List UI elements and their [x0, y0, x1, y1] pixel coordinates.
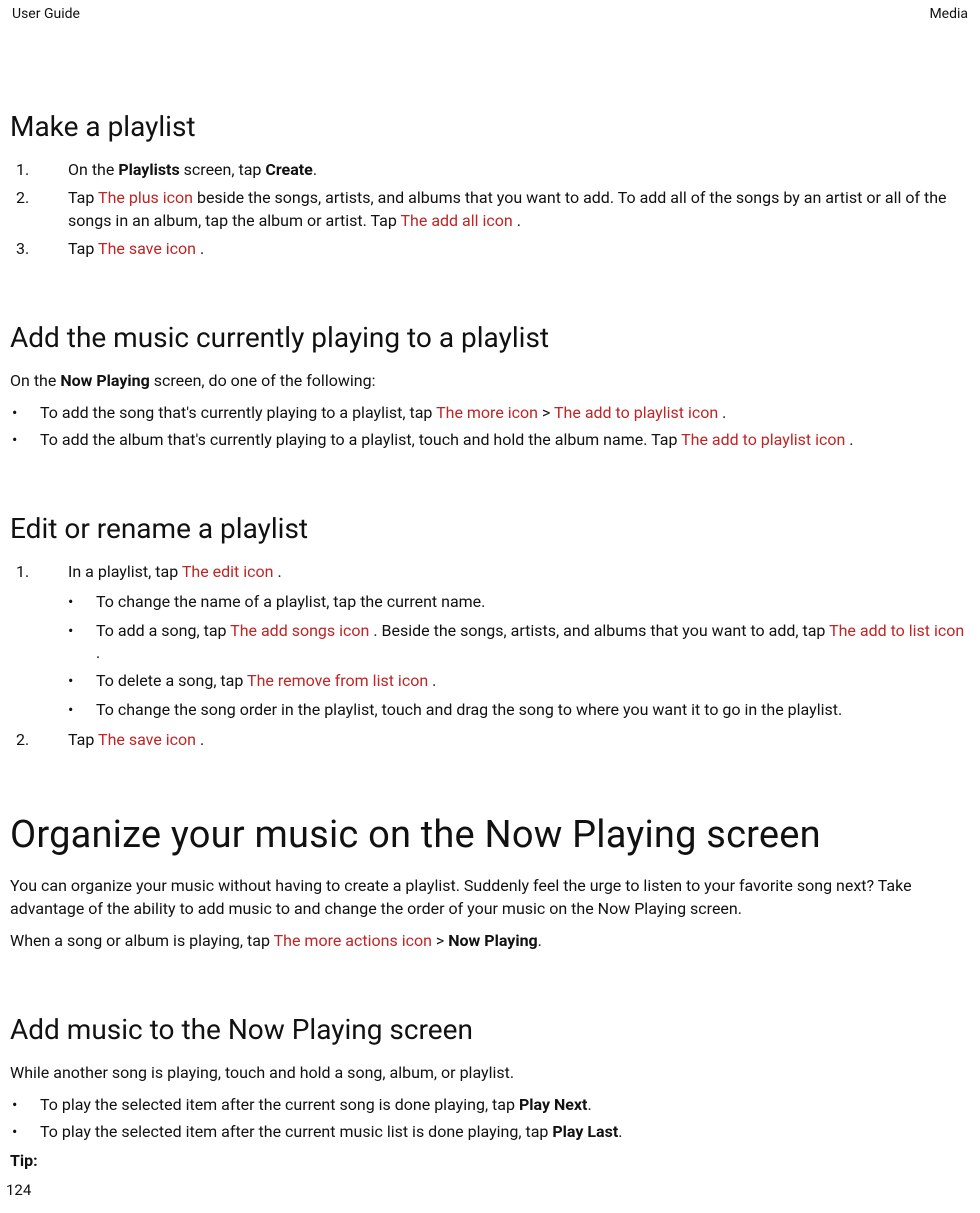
paragraph: While another song is playing, touch and… — [10, 1062, 970, 1084]
header-left: User Guide — [12, 6, 80, 22]
list-item: To add the album that's currently playin… — [10, 429, 970, 451]
text: > — [542, 403, 554, 422]
paragraph: When a song or album is playing, tap The… — [10, 930, 970, 952]
text: To change the song order in the playlist… — [96, 700, 842, 719]
list-item: To add the song that's currently playing… — [10, 402, 970, 424]
page: User Guide Media Make a playlist On the … — [0, 0, 980, 1213]
page-content: Make a playlist On the Playlists screen,… — [8, 110, 972, 1172]
add-current-bullets: To add the song that's currently playing… — [10, 402, 970, 452]
text: . — [618, 1122, 622, 1141]
list-item: To add a song, tap The add songs icon . … — [68, 620, 970, 665]
edit-rename-steps: In a playlist, tap The edit icon . To ch… — [12, 561, 970, 752]
more-actions-icon: The more actions icon — [274, 931, 436, 950]
plus-icon: The plus icon — [98, 188, 197, 207]
edit-rename-subbullets: To change the name of a playlist, tap th… — [68, 591, 970, 721]
text: To change the name of a playlist, tap th… — [96, 592, 485, 611]
page-number: 124 — [6, 1181, 31, 1199]
text: To play the selected item after the curr… — [40, 1095, 519, 1114]
add-all-icon: The add all icon — [401, 211, 517, 230]
header-right: Media — [929, 6, 968, 22]
screen-name: Now Playing — [448, 931, 537, 950]
list-item: To change the song order in the playlist… — [68, 699, 970, 721]
text: Tap — [68, 188, 98, 207]
save-icon: The save icon — [98, 730, 200, 749]
text: To add the album that's currently playin… — [40, 430, 681, 449]
add-music-np-bullets: To play the selected item after the curr… — [10, 1094, 970, 1144]
text: screen, do one of the following: — [150, 371, 376, 390]
list-item: On the Playlists screen, tap Create. — [16, 159, 970, 181]
text: . — [538, 931, 542, 950]
heading-add-current: Add the music currently playing to a pla… — [10, 321, 970, 354]
list-item: Tap The save icon . — [16, 729, 970, 751]
text: . — [200, 239, 204, 258]
heading-add-music-np: Add music to the Now Playing screen — [10, 1013, 970, 1046]
remove-from-list-icon: The remove from list icon — [247, 671, 432, 690]
more-icon: The more icon — [436, 403, 542, 422]
action-name: Create — [265, 160, 312, 179]
text: . — [200, 730, 204, 749]
add-to-list-icon: The add to list icon — [829, 621, 964, 640]
list-item: Tap The save icon . — [16, 238, 970, 260]
text: . — [587, 1095, 591, 1114]
text: . — [722, 403, 726, 422]
list-item: In a playlist, tap The edit icon . To ch… — [16, 561, 970, 721]
tip: Tip: — [10, 1151, 38, 1170]
list-item: To play the selected item after the curr… — [10, 1121, 970, 1143]
save-icon: The save icon — [98, 239, 200, 258]
text: . — [277, 562, 281, 581]
action-name: Play Next — [519, 1095, 588, 1114]
text: > — [436, 931, 448, 950]
text: When a song or album is playing, tap — [10, 931, 274, 950]
paragraph: You can organize your music without havi… — [10, 875, 970, 920]
make-playlist-steps: On the Playlists screen, tap Create. Tap… — [12, 159, 970, 261]
text: To play the selected item after the curr… — [40, 1122, 552, 1141]
list-item: Tap The plus icon beside the songs, arti… — [16, 187, 970, 232]
text: Tap — [68, 239, 98, 258]
action-name: Play Last — [552, 1122, 618, 1141]
text: On the — [10, 371, 60, 390]
screen-name: Now Playing — [60, 371, 149, 390]
screen-name: Playlists — [118, 160, 179, 179]
tip-label: Tip: — [10, 1150, 970, 1172]
text: In a playlist, tap — [68, 562, 182, 581]
text: To delete a song, tap — [96, 671, 247, 690]
text: Tap — [68, 730, 98, 749]
text: . Beside the songs, artists, and albums … — [373, 621, 829, 640]
heading-organize: Organize your music on the Now Playing s… — [10, 813, 970, 857]
list-item: To delete a song, tap The remove from li… — [68, 670, 970, 692]
text: . — [432, 671, 436, 690]
paragraph: On the Now Playing screen, do one of the… — [10, 370, 970, 392]
list-item: To change the name of a playlist, tap th… — [68, 591, 970, 613]
list-item: To play the selected item after the curr… — [10, 1094, 970, 1116]
text: . — [517, 211, 521, 230]
text: . — [96, 643, 100, 662]
text: screen, tap — [180, 160, 266, 179]
add-to-playlist-icon: The add to playlist icon — [554, 403, 722, 422]
add-to-playlist-icon: The add to playlist icon — [681, 430, 849, 449]
add-songs-icon: The add songs icon — [230, 621, 373, 640]
edit-icon: The edit icon — [182, 562, 278, 581]
heading-edit-rename: Edit or rename a playlist — [10, 512, 970, 545]
text: To add a song, tap — [96, 621, 230, 640]
page-header: User Guide Media — [8, 0, 972, 22]
text: On the — [68, 160, 118, 179]
heading-make-playlist: Make a playlist — [10, 110, 970, 143]
text: . — [849, 430, 853, 449]
text: . — [313, 160, 317, 179]
text: To add the song that's currently playing… — [40, 403, 436, 422]
